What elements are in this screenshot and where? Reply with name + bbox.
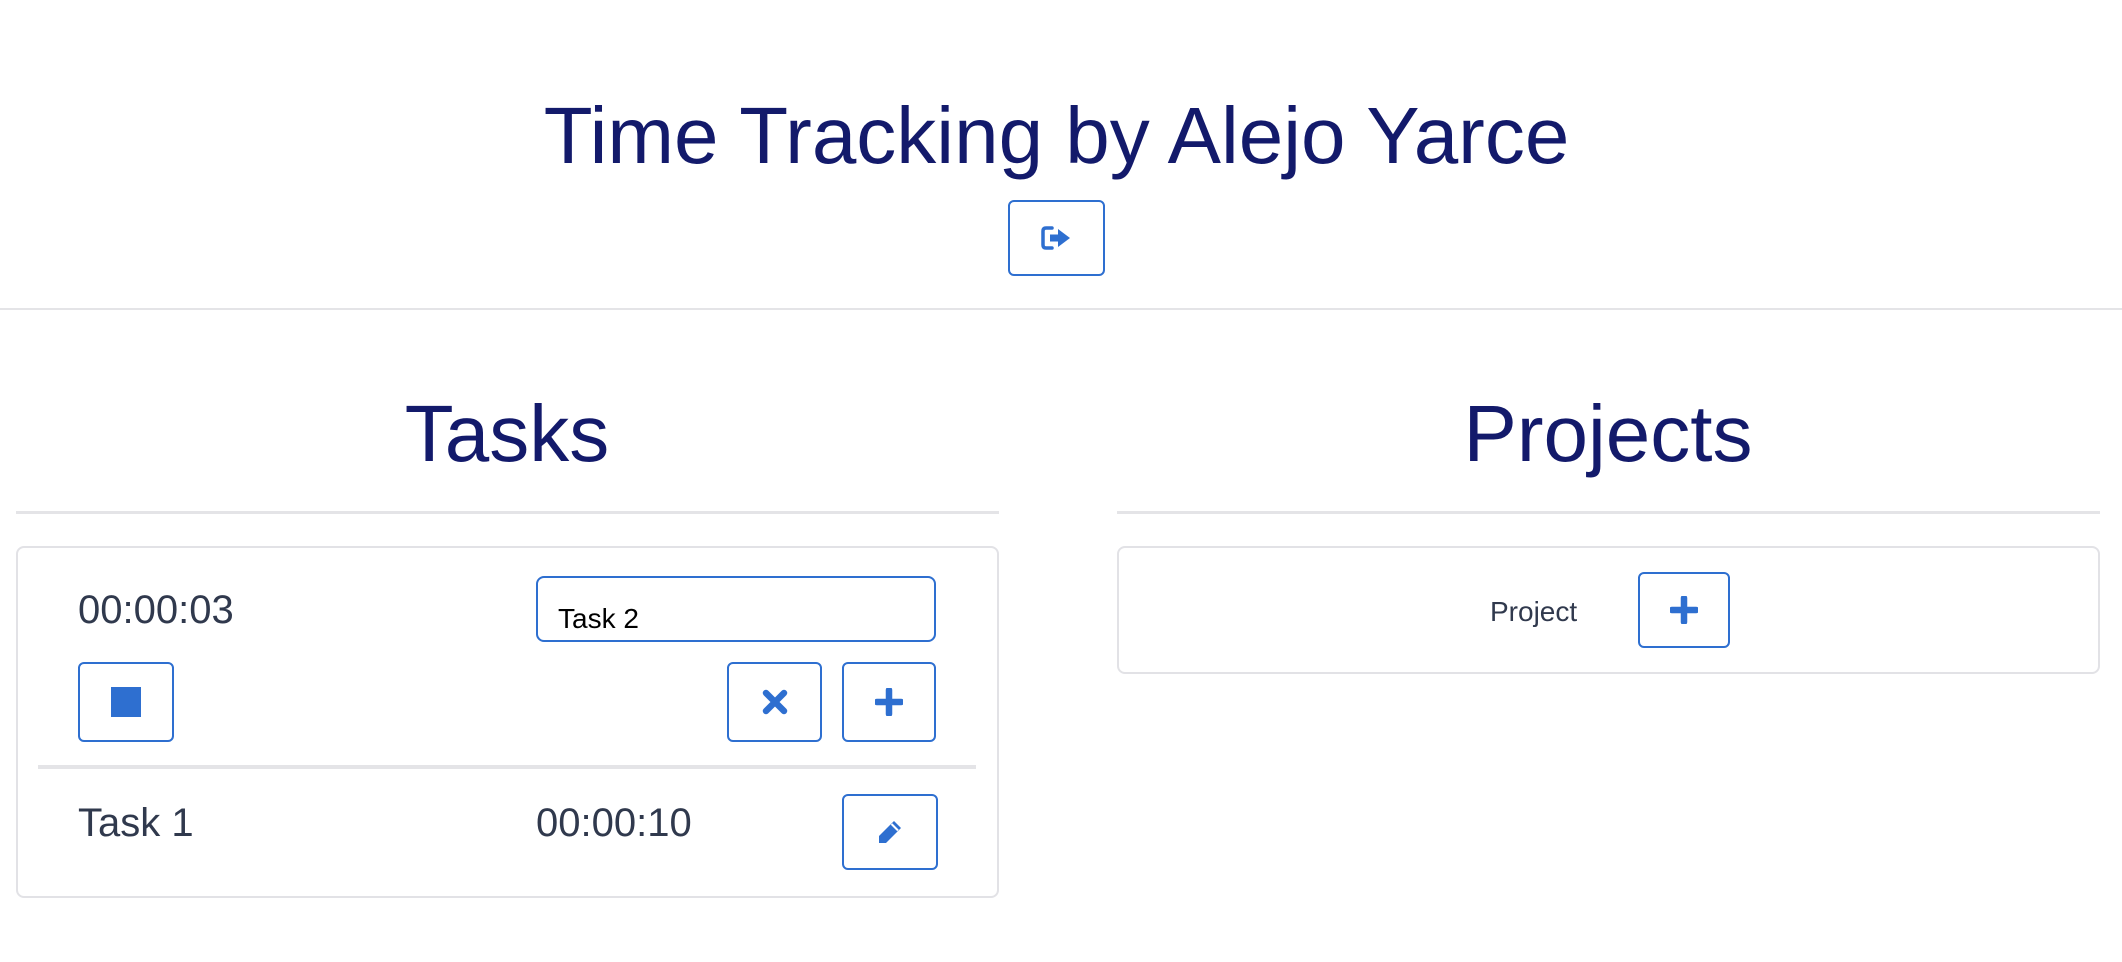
stop-icon [111, 687, 141, 717]
close-icon [762, 689, 788, 715]
add-task-button[interactable] [842, 662, 936, 742]
logout-button[interactable] [1008, 200, 1105, 276]
task-name-input[interactable] [536, 576, 936, 642]
projects-divider [1117, 511, 2100, 514]
pencil-icon [876, 818, 904, 846]
edit-task-button[interactable] [842, 794, 938, 870]
add-project-button[interactable] [1638, 572, 1730, 648]
app-title: Time Tracking by Alejo Yarce [543, 91, 1570, 180]
plus-icon [875, 688, 903, 716]
stop-timer-button[interactable] [78, 662, 174, 742]
projects-card [1117, 546, 2100, 674]
task-list-item-time: 00:00:10 [536, 801, 692, 845]
sign-out-icon [1040, 225, 1073, 251]
current-task-timer: 00:00:03 [78, 588, 234, 632]
plus-icon [1670, 596, 1698, 624]
task-row-divider [38, 765, 976, 769]
header-divider [0, 308, 2122, 310]
cancel-task-button[interactable] [727, 662, 822, 742]
project-label: Project [1490, 596, 1578, 627]
tasks-section-title: Tasks [404, 389, 610, 478]
tasks-divider [16, 511, 999, 514]
task-list-item-name: Task 1 [78, 801, 194, 845]
projects-section-title: Projects [1463, 389, 1753, 478]
